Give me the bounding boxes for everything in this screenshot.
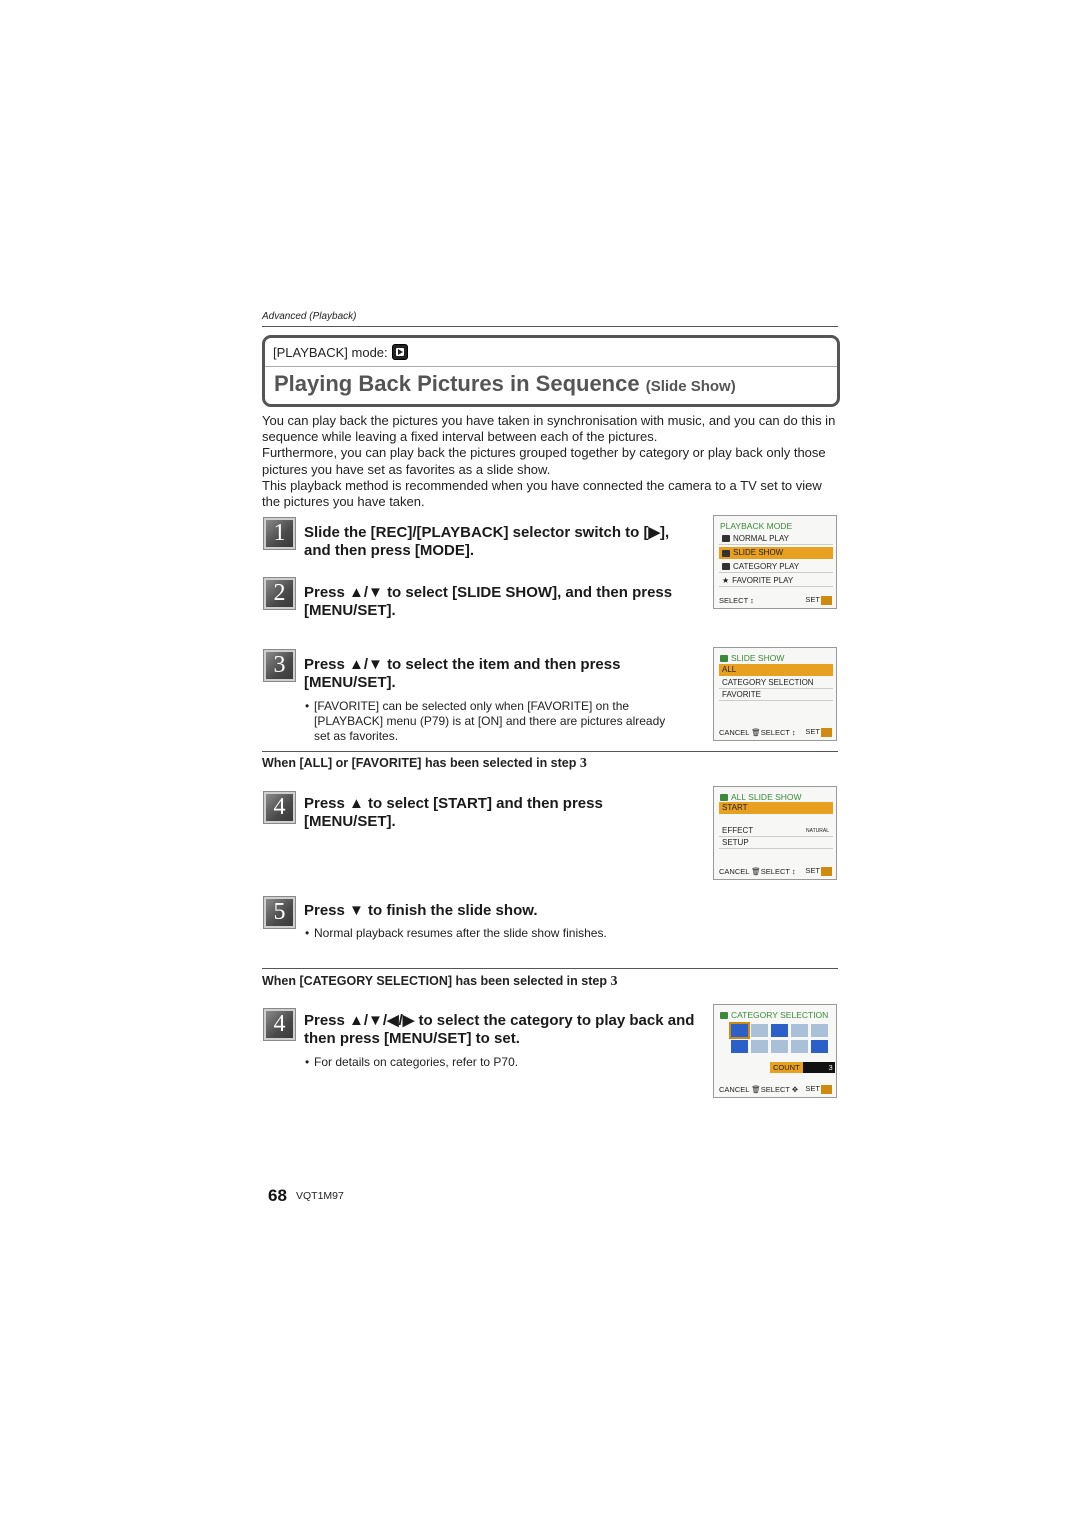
intro-text: You can play back the pictures you have … xyxy=(262,413,842,510)
model-code: VQT1M97 xyxy=(296,1190,344,1202)
menu-set-icon xyxy=(821,867,832,876)
page-number: 68 xyxy=(268,1186,287,1205)
trash-icon: 🗑 xyxy=(751,1084,761,1094)
section-label: Advanced (Playback) xyxy=(262,311,357,322)
step-3-text: Press ▲/▼ to select the item and then pr… xyxy=(304,656,621,691)
lcd-all-slide-show: ALL SLIDE SHOW START EFFECT NATURAL SETUP… xyxy=(713,786,837,880)
step-badge-3: 3 xyxy=(263,649,296,682)
lcd-item: NORMAL PLAY xyxy=(719,533,833,545)
lcd-playback-mode: PLAYBACK MODE NORMAL PLAY SLIDE SHOW CAT… xyxy=(713,515,837,609)
slide-show-icon xyxy=(722,549,730,557)
step-3-note: [FAVORITE] can be selected only when [FA… xyxy=(305,699,684,744)
step-2-text: Press ▲/▼ to select [SLIDE SHOW], and th… xyxy=(304,584,673,619)
mode-line: [PLAYBACK] mode: xyxy=(273,344,408,360)
category-grid xyxy=(729,1022,828,1053)
menu-set-icon xyxy=(821,596,832,605)
lcd-item: EFFECT NATURAL xyxy=(719,825,833,837)
slide-show-icon xyxy=(720,793,728,801)
lcd-title: SLIDE SHOW xyxy=(720,653,784,663)
category-pet-icon[interactable] xyxy=(731,1040,748,1053)
category-travel-icon[interactable] xyxy=(771,1040,788,1053)
menu-set-icon xyxy=(821,1085,832,1094)
trash-icon: 🗑 xyxy=(751,866,761,876)
lcd-item: CATEGORY PLAY xyxy=(719,561,833,573)
section-heading-category: When [CATEGORY SELECTION] has been selec… xyxy=(262,974,618,989)
lcd-footer: CANCEL 🗑SELECT ↕ SET xyxy=(719,866,832,876)
top-divider xyxy=(262,326,838,327)
lcd-footer: SELECT ↕ SET xyxy=(719,595,832,605)
category-motion-picture-icon[interactable] xyxy=(811,1040,828,1053)
step-4-category-note: For details on categories, refer to P70. xyxy=(305,1055,694,1070)
category-people-icon[interactable] xyxy=(771,1024,788,1037)
section-divider xyxy=(262,968,838,969)
lcd-footer: CANCEL 🗑SELECT ✥ SET xyxy=(719,1084,832,1094)
step-badge-1: 1 xyxy=(263,517,296,550)
lcd-item-selected: SLIDE SHOW xyxy=(719,547,833,559)
menu-set-icon xyxy=(821,728,832,737)
step-badge-2: 2 xyxy=(263,577,296,610)
lcd-title: PLAYBACK MODE xyxy=(720,521,793,531)
page-title-sub: (Slide Show) xyxy=(645,378,736,395)
intro-paragraph: You can play back the pictures you have … xyxy=(262,413,836,445)
lcd-title: CATEGORY SELECTION xyxy=(720,1010,828,1020)
step-badge-4-category: 4 xyxy=(263,1008,296,1041)
step-4-category-text: Press ▲/▼/◀/▶ to select the category to … xyxy=(304,1012,695,1047)
mode-label: [PLAYBACK] mode: xyxy=(273,344,388,360)
step-5-text: Press ▼ to finish the slide show. xyxy=(304,902,538,919)
trash-icon: 🗑 xyxy=(751,727,761,737)
category-date-icon[interactable] xyxy=(791,1040,808,1053)
category-baby-icon[interactable] xyxy=(811,1024,828,1037)
lcd-category-selection: CATEGORY SELECTION COUNT 3 CANCEL 🗑SELEC… xyxy=(713,1004,837,1098)
step-1-text: Slide the [REC]/[PLAYBACK] selector swit… xyxy=(304,524,670,559)
lcd-item-selected: START xyxy=(719,802,833,814)
lcd-item: FAVORITE xyxy=(719,689,833,701)
category-sports-icon[interactable] xyxy=(791,1024,808,1037)
title-divider xyxy=(265,366,837,367)
intro-paragraph: Furthermore, you can play back the pictu… xyxy=(262,445,826,477)
playback-mode-icon xyxy=(391,344,408,360)
category-scenery-icon[interactable] xyxy=(751,1024,768,1037)
category-play-icon xyxy=(720,1011,728,1019)
slide-show-icon xyxy=(720,654,728,662)
step-5-note: Normal playback resumes after the slide … xyxy=(305,926,684,941)
lcd-footer: CANCEL 🗑SELECT ↕ SET xyxy=(719,727,832,737)
section-divider xyxy=(262,751,838,752)
lcd-item-selected: ALL xyxy=(719,664,833,676)
page-title-main: Playing Back Pictures in Sequence xyxy=(274,371,640,396)
lcd-item: ★ FAVORITE PLAY xyxy=(719,575,833,587)
lcd-title: ALL SLIDE SHOW xyxy=(720,792,802,802)
category-portrait-icon[interactable] xyxy=(729,1022,750,1039)
intro-paragraph: This playback method is recommended when… xyxy=(262,477,822,510)
page-title: Playing Back Pictures in Sequence (Slide… xyxy=(274,371,736,397)
section-heading-all: When [ALL] or [FAVORITE] has been select… xyxy=(262,756,587,771)
step-badge-5: 5 xyxy=(263,896,296,929)
count-display: COUNT 3 xyxy=(770,1062,835,1073)
category-food-icon[interactable] xyxy=(751,1040,768,1053)
step-badge-4: 4 xyxy=(263,791,296,824)
lcd-slide-show: SLIDE SHOW ALL CATEGORY SELECTION FAVORI… xyxy=(713,647,837,741)
step-4-text: Press ▲ to select [START] and then press… xyxy=(304,795,603,830)
title-box: [PLAYBACK] mode: Playing Back Pictures i… xyxy=(262,335,840,407)
star-icon: ★ xyxy=(722,575,730,585)
category-play-icon xyxy=(722,563,730,570)
lcd-item: SETUP xyxy=(719,837,833,849)
normal-play-icon xyxy=(722,535,730,542)
lcd-item: CATEGORY SELECTION xyxy=(719,677,833,689)
